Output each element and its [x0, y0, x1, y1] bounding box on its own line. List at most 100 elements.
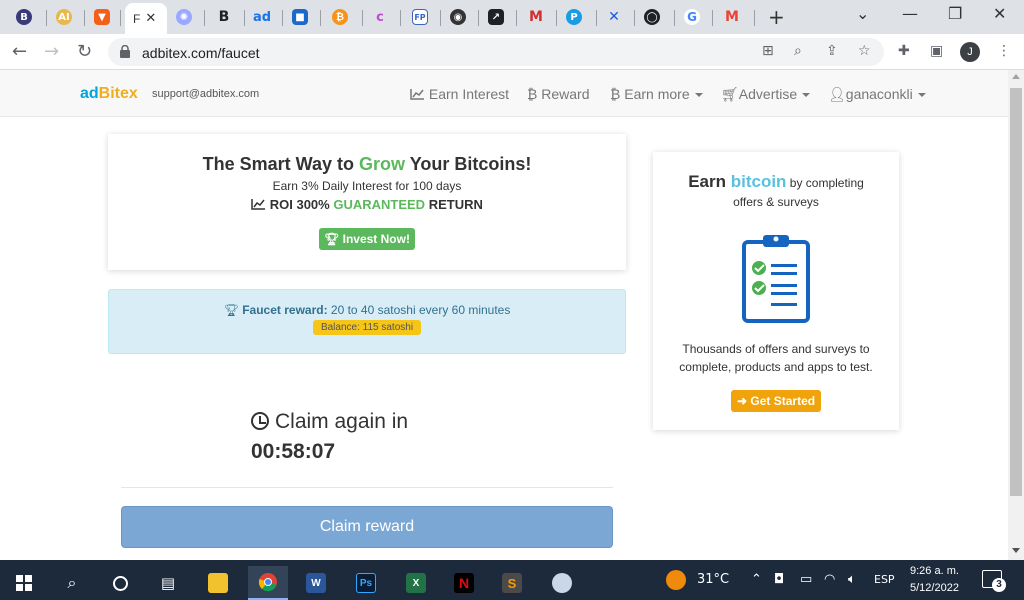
tab-12[interactable]: ↗ [478, 6, 514, 28]
scroll-thumb[interactable] [1010, 88, 1022, 496]
tab-active[interactable]: F ✕ [125, 3, 167, 34]
tab-16[interactable]: ◯ [634, 6, 670, 28]
support-email[interactable]: support@adbitex.com [152, 88, 259, 100]
restore-button[interactable]: ❐ [948, 4, 962, 23]
invest-now-label: Invest Now! [342, 232, 410, 246]
tray-chevron-icon[interactable]: ⌃ [751, 572, 762, 587]
nav-earn-interest-label: Earn Interest [428, 86, 510, 102]
taskbar-task-view[interactable]: ▤ [148, 566, 188, 600]
brave-icon: ▼ [94, 9, 110, 25]
tab-6[interactable]: ad [244, 6, 280, 28]
taskbar-netflix[interactable]: N [444, 566, 484, 600]
tab-8[interactable]: ₿ [322, 6, 358, 28]
tab-14[interactable]: P [556, 6, 592, 28]
tab-9[interactable]: c [362, 6, 398, 28]
taskbar-paint[interactable] [542, 566, 582, 600]
survey-card: Earn bitcoin by completing offers & surv… [653, 152, 899, 430]
tab-separator [204, 10, 205, 26]
bookmark-star-icon[interactable]: ☆ [858, 43, 871, 59]
url-text: adbitex.com/faucet [142, 45, 260, 61]
tray-battery-icon[interactable]: ▭ [800, 572, 812, 587]
taskbar-excel[interactable]: X [396, 566, 436, 600]
taskbar-sublime[interactable]: S [492, 566, 532, 600]
invest-now-button[interactable]: 🏆︎ Invest Now! [319, 228, 415, 250]
nav-earn-more[interactable]: ₿ Earn more [610, 86, 703, 102]
start-button[interactable] [4, 566, 44, 600]
language-indicator[interactable]: ESP [874, 573, 895, 586]
scroll-down-icon[interactable] [1012, 548, 1020, 553]
tray-meet-icon[interactable]: ◘ [774, 572, 784, 587]
nav-user[interactable]: 👤︎ganaconkli [828, 86, 926, 103]
tab-separator [400, 10, 401, 26]
nav-advertise[interactable]: 🛒︎Advertise [721, 86, 811, 103]
zoom-icon[interactable]: ⌕ [794, 43, 802, 59]
tab-1[interactable]: B [6, 6, 42, 28]
google-icon: G [684, 9, 700, 25]
temperature[interactable]: 31°C [697, 572, 729, 587]
menu-kebab-icon[interactable]: ⋮ [997, 43, 1011, 59]
tab-15[interactable]: ✕ [596, 6, 632, 28]
ai-icon: AI [56, 9, 72, 25]
invest-card: The Smart Way to Grow Your Bitcoins! Ear… [108, 134, 626, 270]
close-tab-icon[interactable]: ✕ [145, 11, 156, 26]
survey-desc-line2: complete, products and apps to test. [679, 360, 873, 374]
extensions-puzzle-icon[interactable]: ✚ [898, 43, 910, 59]
survey-title-rest: by completing [786, 176, 864, 190]
back-arrow-icon[interactable]: ← [12, 41, 27, 62]
balance-badge: Balance: 115 satoshi [312, 320, 422, 335]
tab-2[interactable]: AI [46, 6, 82, 28]
minimize-button[interactable]: — [902, 4, 918, 23]
tab-7[interactable]: ■ [282, 6, 318, 28]
tab-17[interactable]: G [674, 6, 710, 28]
tray-volume-icon[interactable]: 🔈︎ [848, 572, 856, 587]
taskbar-photoshop[interactable]: Ps [346, 566, 386, 600]
tab-4[interactable]: ✺ [166, 6, 202, 28]
profile-avatar[interactable]: J [960, 42, 980, 62]
taskbar-search[interactable]: ⌕ [52, 566, 92, 600]
fp-icon: FP [412, 9, 428, 25]
globe-icon: ✺ [176, 9, 192, 25]
tab-search-icon[interactable]: ⌄ [856, 4, 869, 23]
cart-icon: 🛒︎ [721, 86, 739, 102]
line-chart-icon [410, 89, 424, 100]
taskbar-word[interactable]: W [296, 566, 336, 600]
windows-taskbar: ⌕ ▤ W Ps X N S 31°C ⌃ ◘ ▭ ◠ 🔈︎ ESP 9:26 … [0, 560, 1024, 600]
tab-11[interactable]: ◉ [440, 6, 476, 28]
tab-13[interactable]: M [518, 6, 554, 28]
page-scrollbar[interactable] [1008, 70, 1024, 560]
tab-3[interactable]: ▼ [84, 6, 120, 28]
tray-clock[interactable]: 9:26 a. m. 5/12/2022 [910, 563, 959, 597]
tab-5[interactable]: B [206, 6, 242, 28]
claim-reward-button[interactable]: Claim reward [121, 506, 613, 548]
new-tab-button[interactable]: + [768, 5, 785, 29]
forward-arrow-icon[interactable]: → [44, 41, 59, 62]
faucet-info-box: 🏆︎ Faucet reward: 20 to 40 satoshi every… [108, 289, 626, 354]
taskbar-chrome[interactable] [248, 566, 288, 600]
tray-date: 5/12/2022 [910, 582, 959, 594]
nav-reward[interactable]: ₿ Reward [527, 86, 590, 102]
close-window-button[interactable]: ✕ [993, 4, 1006, 23]
roi-guaranteed: GUARANTEED [333, 197, 426, 212]
get-started-button[interactable]: ➜ Get Started [731, 390, 822, 412]
tab-18[interactable]: M [714, 6, 750, 28]
invest-subtitle: Earn 3% Daily Interest for 100 days [272, 179, 462, 193]
taskbar-cortana[interactable] [100, 566, 140, 600]
address-bar[interactable]: adbitex.com/faucet ⊞ ⌕ ⇪ ☆ [108, 38, 884, 66]
site-navbar: adBitex support@adbitex.com Earn Interes… [0, 70, 1008, 117]
side-panel-icon[interactable]: ▣ [930, 43, 943, 59]
tab-10[interactable]: FP [402, 6, 438, 28]
taskbar-explorer[interactable] [198, 566, 238, 600]
share-icon[interactable]: ⇪ [826, 43, 838, 59]
reload-icon[interactable]: ↻ [77, 41, 92, 62]
tray-wifi-icon[interactable]: ◠ [824, 572, 835, 587]
trophy-icon: 🏆︎ [324, 232, 340, 246]
adbitex-icon: ad [252, 9, 272, 25]
notifications-icon[interactable]: 3 [982, 570, 1006, 592]
user-icon: 👤︎ [828, 86, 846, 102]
nav-earn-interest[interactable]: Earn Interest [410, 86, 509, 102]
invest-roi: ROI 300% GUARANTEED RETURN [108, 197, 626, 212]
brand-logo[interactable]: adBitex [80, 85, 138, 103]
translate-icon[interactable]: ⊞ [762, 43, 774, 59]
invest-title-post: Your Bitcoins! [405, 154, 532, 174]
scroll-up-icon[interactable] [1012, 74, 1020, 79]
